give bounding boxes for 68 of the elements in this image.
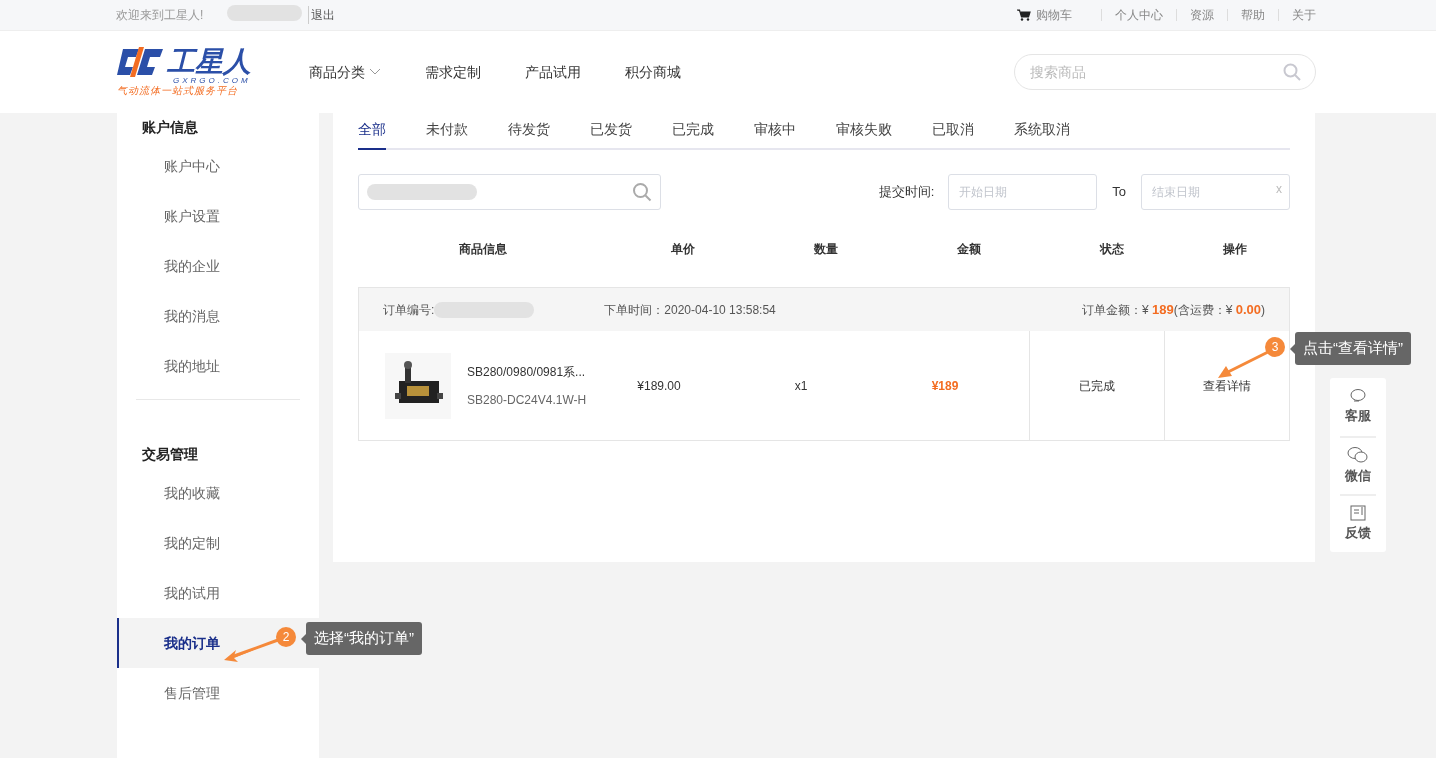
logo-name: 工星人 [167,47,251,76]
column-header: 商品信息 [458,240,508,258]
top-link[interactable]: 关于 [1292,6,1316,24]
top-link[interactable]: 资源 [1190,6,1214,24]
quantity: x1 [793,377,809,395]
callout-tooltip: 选择“我的订单” [306,622,422,655]
sidebar-item[interactable]: 我的收藏 [117,468,319,518]
sidebar-item[interactable]: 账户中心 [117,141,319,191]
pointer-arrow [222,638,280,664]
top-link[interactable]: 帮助 [1241,6,1265,24]
order-total: 订单金额：¥ 189(含运费：¥ 0.00) [1081,300,1265,319]
nav-link[interactable]: 积分商城 [625,61,681,83]
welcome-text: 欢迎来到工星人! [116,7,204,24]
sidebar-item[interactable]: 我的企业 [117,241,319,291]
sidebar-item[interactable]: 售后管理 [117,668,319,718]
column-header: 操作 [1222,240,1248,258]
float-button[interactable]: 客服 [1340,378,1376,436]
status-tab[interactable]: 系统取消 [1014,119,1070,150]
cart-link[interactable]: 购物车 [1017,6,1072,24]
status-tab[interactable]: 待发货 [508,119,550,150]
product-model: SB280-DC24V4.1W-H [467,391,587,409]
column-header: 金额 [956,240,982,258]
sidebar-item[interactable]: 我的消息 [117,291,319,341]
status-tab[interactable]: 审核中 [754,119,796,150]
nav-link[interactable]: 商品分类 [309,61,381,83]
top-link[interactable]: 个人中心 [1115,6,1163,24]
chat-bubbles-icon [1347,446,1369,465]
logout-link[interactable]: 退出 [308,6,336,24]
logo-slogan: 气动流体一站式服务平台 [117,84,239,98]
order-number-label: 订单编号: [383,301,435,319]
time-label: 提交时间: [878,183,935,202]
column-header: 单价 [670,240,696,258]
sidebar-heading: 交易管理 [141,445,199,464]
status-tab[interactable]: 已发货 [590,119,632,150]
column-header: 状态 [1098,240,1125,258]
logo-domain: GXRGO.COM [173,76,252,85]
search-field[interactable]: 搜索商品 [1014,54,1316,90]
cart-icon [1017,9,1031,21]
status-tab[interactable]: 审核失败 [836,119,892,150]
status-tab[interactable]: 已取消 [932,119,974,150]
start-date-field[interactable]: 开始日期 [948,174,1098,210]
status-tab[interactable]: 已完成 [672,119,714,150]
search-icon[interactable] [1283,63,1301,81]
float-button[interactable]: 微信 [1340,436,1376,494]
float-button[interactable]: 反馈 [1340,494,1376,552]
nav-link[interactable]: 产品试用 [525,61,581,83]
logo-mark-icon [117,46,165,77]
order-search-field[interactable] [358,174,661,210]
sidebar-item[interactable]: 账户设置 [117,191,319,241]
sidebar-item[interactable]: 我的定制 [117,518,319,568]
status-tab[interactable]: 全部 [358,119,386,150]
order-time: 下单时间：2020-04-10 13:58:54 [604,301,776,319]
search-icon[interactable] [632,182,652,202]
logo[interactable]: 工星人 GXRGO.COM 气动流体一站式服务平台 [117,46,267,98]
product-name[interactable]: SB280/0980/0981系... [467,362,587,381]
sidebar-item[interactable]: 我的试用 [117,568,319,618]
order-status: 已完成 [1029,331,1164,440]
sidebar-item[interactable]: 我的地址 [117,341,319,391]
column-header: 数量 [813,240,839,258]
to-label: To [1112,183,1126,202]
order-amount: ¥189 [930,377,960,395]
pointer-arrow [1216,350,1270,380]
notepad-icon [1350,505,1366,522]
callout-tooltip: 点击“查看详情” [1295,332,1411,365]
status-tab[interactable]: 未付款 [426,119,468,150]
unit-price: ¥189.00 [636,377,682,395]
sidebar-heading: 账户信息 [141,118,199,137]
nav-link[interactable]: 需求定制 [425,61,481,83]
